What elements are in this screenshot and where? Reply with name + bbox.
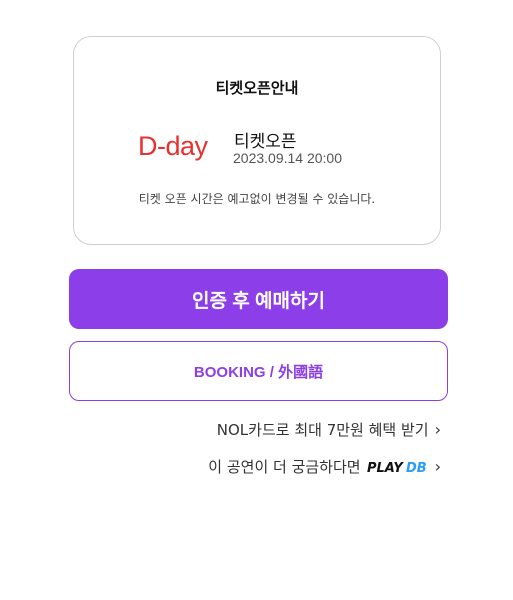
- playdb-logo: PLAY DB: [367, 459, 429, 475]
- nol-card-benefit-text: NOL카드로 최대 7만원 혜택 받기: [216, 421, 429, 439]
- booking-foreign-button[interactable]: BOOKING / 外國語: [69, 341, 448, 401]
- ticket-open-title: 티켓오픈안내: [215, 79, 299, 97]
- ticket-open-notice: 티켓 오픈 시간은 예고없이 변경될 수 있습니다.: [138, 192, 376, 206]
- performance-curious-text: 이 공연이 더 궁금하다면: [208, 458, 361, 476]
- svg-text:PLAY: PLAY: [367, 461, 404, 475]
- reserve-after-auth-button[interactable]: 인증 후 예매하기: [69, 269, 448, 329]
- ticket-open-card: 티켓오픈안내 D-day 티켓오픈 2023.09.14 20:00 티켓 오픈…: [73, 36, 441, 245]
- chevron-right-icon: ›: [434, 420, 441, 439]
- playdb-more-info-link[interactable]: 이 공연이 더 궁금하다면 PLAY DB ›: [208, 456, 441, 477]
- chevron-right-icon: ›: [434, 457, 441, 476]
- ticket-open-label: 티켓오픈: [234, 132, 297, 152]
- svg-text:DB: DB: [406, 461, 427, 475]
- nol-card-benefit-link[interactable]: NOL카드로 최대 7만원 혜택 받기 ›: [217, 419, 441, 440]
- dday-label: D-day: [138, 131, 208, 161]
- ticket-open-datetime: 2023.09.14 20:00: [233, 150, 342, 166]
